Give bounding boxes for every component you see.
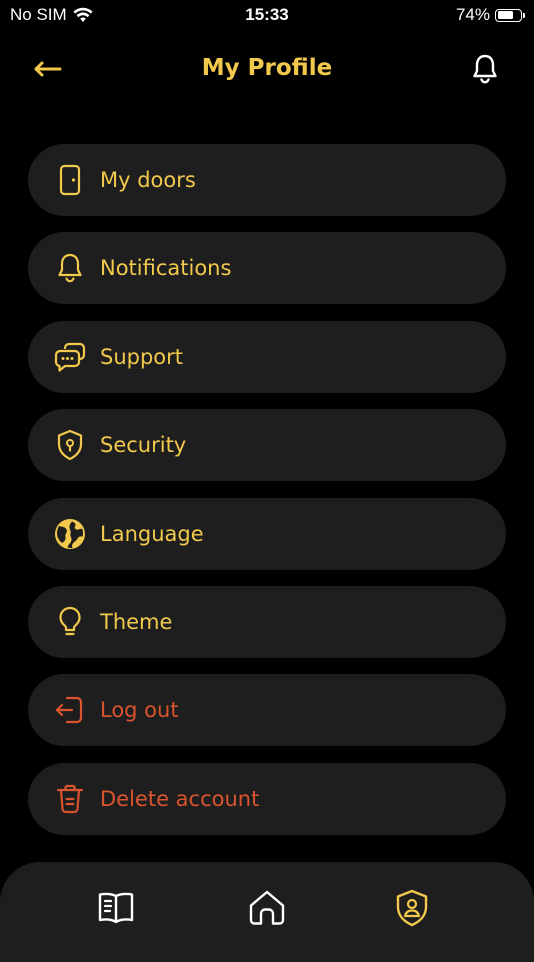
status-bar: No SIM 15:33 74% [0, 0, 534, 30]
logout-icon [53, 693, 87, 727]
menu-item-delete-account[interactable]: Delete account [28, 762, 506, 835]
menu-item-theme[interactable]: Theme [28, 585, 506, 658]
menu-label: Support [100, 344, 184, 369]
bell-icon [473, 54, 497, 84]
home-icon [249, 890, 285, 925]
tab-book[interactable] [94, 886, 138, 930]
clock: 15:33 [245, 5, 289, 24]
bottom-tab-bar [0, 862, 534, 962]
trash-icon [53, 782, 87, 816]
tab-home[interactable] [245, 886, 289, 930]
profile-menu: My doors Notifications Support Security … [28, 144, 506, 851]
chat-icon [53, 340, 87, 374]
menu-item-my-doors[interactable]: My doors [28, 144, 506, 216]
menu-item-notifications[interactable]: Notifications [28, 232, 506, 305]
book-icon [98, 892, 134, 924]
menu-item-security[interactable]: Security [28, 409, 506, 482]
globe-icon [53, 517, 87, 551]
menu-label: Security [100, 433, 187, 458]
menu-label: Language [100, 521, 204, 546]
profile-shield-icon [396, 889, 428, 927]
battery-icon [495, 8, 525, 22]
menu-item-log-out[interactable]: Log out [28, 674, 506, 747]
tab-profile[interactable] [390, 886, 434, 930]
menu-label: Log out [100, 698, 179, 723]
bell-icon [53, 251, 87, 285]
menu-label: Notifications [100, 256, 232, 281]
page-title: My Profile [201, 55, 333, 81]
notifications-button[interactable] [468, 52, 502, 86]
header: My Profile [0, 46, 534, 92]
door-icon [53, 163, 87, 197]
lightbulb-icon [53, 605, 87, 639]
status-right: 74% [455, 5, 525, 25]
menu-item-language[interactable]: Language [28, 497, 506, 570]
menu-label: My doors [100, 168, 196, 192]
battery-level [497, 11, 514, 19]
battery-percent: 74% [455, 5, 490, 24]
menu-item-support[interactable]: Support [28, 320, 506, 393]
menu-label: Theme [100, 609, 173, 634]
shield-lock-icon [53, 428, 87, 462]
menu-label: Delete account [100, 786, 260, 811]
